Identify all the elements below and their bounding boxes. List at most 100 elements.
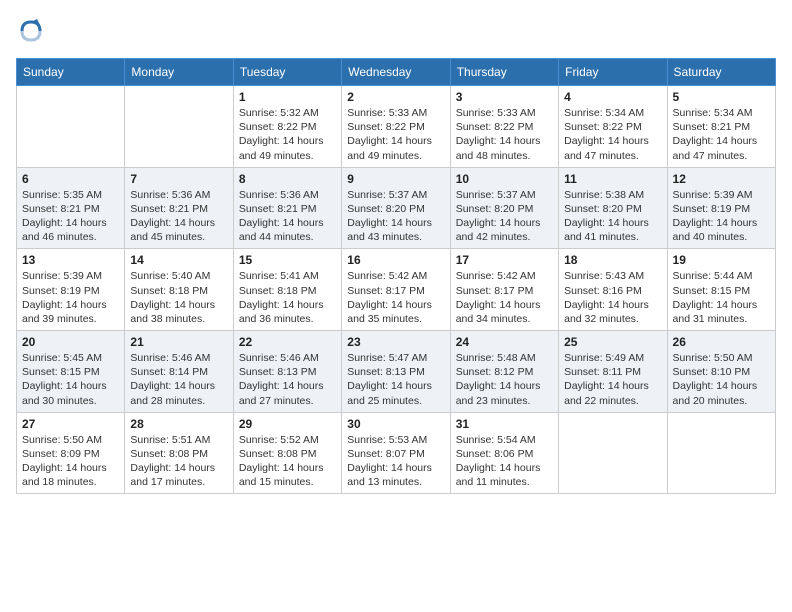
day-number: 18 (564, 253, 661, 267)
daylight-text: Daylight: 14 hours and 38 minutes. (130, 299, 215, 325)
day-info: Sunrise: 5:44 AM Sunset: 8:15 PM Dayligh… (673, 269, 770, 326)
day-info: Sunrise: 5:41 AM Sunset: 8:18 PM Dayligh… (239, 269, 336, 326)
weekday-header-wednesday: Wednesday (342, 59, 450, 86)
daylight-text: Daylight: 14 hours and 47 minutes. (673, 135, 758, 161)
calendar-cell: 1 Sunrise: 5:32 AM Sunset: 8:22 PM Dayli… (233, 86, 341, 168)
sunset-text: Sunset: 8:08 PM (239, 448, 317, 460)
day-number: 20 (22, 335, 119, 349)
sunrise-text: Sunrise: 5:39 AM (673, 189, 753, 201)
daylight-text: Daylight: 14 hours and 48 minutes. (456, 135, 541, 161)
sunset-text: Sunset: 8:21 PM (673, 121, 751, 133)
sunrise-text: Sunrise: 5:48 AM (456, 352, 536, 364)
sunset-text: Sunset: 8:18 PM (130, 285, 208, 297)
day-info: Sunrise: 5:43 AM Sunset: 8:16 PM Dayligh… (564, 269, 661, 326)
calendar-cell: 7 Sunrise: 5:36 AM Sunset: 8:21 PM Dayli… (125, 167, 233, 249)
sunrise-text: Sunrise: 5:34 AM (673, 107, 753, 119)
sunrise-text: Sunrise: 5:36 AM (130, 189, 210, 201)
day-number: 21 (130, 335, 227, 349)
calendar-cell: 25 Sunrise: 5:49 AM Sunset: 8:11 PM Dayl… (559, 331, 667, 413)
sunset-text: Sunset: 8:12 PM (456, 366, 534, 378)
sunrise-text: Sunrise: 5:32 AM (239, 107, 319, 119)
day-info: Sunrise: 5:54 AM Sunset: 8:06 PM Dayligh… (456, 433, 553, 490)
sunset-text: Sunset: 8:20 PM (347, 203, 425, 215)
day-info: Sunrise: 5:37 AM Sunset: 8:20 PM Dayligh… (347, 188, 444, 245)
calendar-cell: 12 Sunrise: 5:39 AM Sunset: 8:19 PM Dayl… (667, 167, 775, 249)
day-number: 31 (456, 417, 553, 431)
day-number: 23 (347, 335, 444, 349)
day-info: Sunrise: 5:36 AM Sunset: 8:21 PM Dayligh… (239, 188, 336, 245)
sunset-text: Sunset: 8:22 PM (564, 121, 642, 133)
day-info: Sunrise: 5:33 AM Sunset: 8:22 PM Dayligh… (456, 106, 553, 163)
day-info: Sunrise: 5:32 AM Sunset: 8:22 PM Dayligh… (239, 106, 336, 163)
sunset-text: Sunset: 8:15 PM (22, 366, 100, 378)
daylight-text: Daylight: 14 hours and 34 minutes. (456, 299, 541, 325)
sunrise-text: Sunrise: 5:45 AM (22, 352, 102, 364)
calendar-cell: 10 Sunrise: 5:37 AM Sunset: 8:20 PM Dayl… (450, 167, 558, 249)
weekday-header-thursday: Thursday (450, 59, 558, 86)
day-info: Sunrise: 5:34 AM Sunset: 8:21 PM Dayligh… (673, 106, 770, 163)
calendar-cell: 26 Sunrise: 5:50 AM Sunset: 8:10 PM Dayl… (667, 331, 775, 413)
day-info: Sunrise: 5:46 AM Sunset: 8:13 PM Dayligh… (239, 351, 336, 408)
daylight-text: Daylight: 14 hours and 17 minutes. (130, 462, 215, 488)
daylight-text: Daylight: 14 hours and 25 minutes. (347, 380, 432, 406)
calendar-week-row: 13 Sunrise: 5:39 AM Sunset: 8:19 PM Dayl… (17, 249, 776, 331)
daylight-text: Daylight: 14 hours and 11 minutes. (456, 462, 541, 488)
day-number: 30 (347, 417, 444, 431)
weekday-header-monday: Monday (125, 59, 233, 86)
sunrise-text: Sunrise: 5:36 AM (239, 189, 319, 201)
calendar-cell: 19 Sunrise: 5:44 AM Sunset: 8:15 PM Dayl… (667, 249, 775, 331)
day-number: 15 (239, 253, 336, 267)
day-info: Sunrise: 5:36 AM Sunset: 8:21 PM Dayligh… (130, 188, 227, 245)
day-number: 29 (239, 417, 336, 431)
day-number: 27 (22, 417, 119, 431)
calendar-cell: 28 Sunrise: 5:51 AM Sunset: 8:08 PM Dayl… (125, 412, 233, 494)
daylight-text: Daylight: 14 hours and 18 minutes. (22, 462, 107, 488)
sunrise-text: Sunrise: 5:53 AM (347, 434, 427, 446)
calendar-cell: 3 Sunrise: 5:33 AM Sunset: 8:22 PM Dayli… (450, 86, 558, 168)
day-info: Sunrise: 5:50 AM Sunset: 8:09 PM Dayligh… (22, 433, 119, 490)
sunrise-text: Sunrise: 5:41 AM (239, 270, 319, 282)
daylight-text: Daylight: 14 hours and 22 minutes. (564, 380, 649, 406)
day-number: 5 (673, 90, 770, 104)
sunset-text: Sunset: 8:17 PM (456, 285, 534, 297)
sunrise-text: Sunrise: 5:33 AM (456, 107, 536, 119)
calendar-cell: 20 Sunrise: 5:45 AM Sunset: 8:15 PM Dayl… (17, 331, 125, 413)
calendar-cell: 14 Sunrise: 5:40 AM Sunset: 8:18 PM Dayl… (125, 249, 233, 331)
day-number: 6 (22, 172, 119, 186)
calendar-cell: 31 Sunrise: 5:54 AM Sunset: 8:06 PM Dayl… (450, 412, 558, 494)
daylight-text: Daylight: 14 hours and 15 minutes. (239, 462, 324, 488)
sunset-text: Sunset: 8:20 PM (456, 203, 534, 215)
weekday-header-saturday: Saturday (667, 59, 775, 86)
day-info: Sunrise: 5:53 AM Sunset: 8:07 PM Dayligh… (347, 433, 444, 490)
daylight-text: Daylight: 14 hours and 49 minutes. (347, 135, 432, 161)
calendar-cell (667, 412, 775, 494)
calendar-table: SundayMondayTuesdayWednesdayThursdayFrid… (16, 58, 776, 494)
sunset-text: Sunset: 8:18 PM (239, 285, 317, 297)
daylight-text: Daylight: 14 hours and 23 minutes. (456, 380, 541, 406)
day-info: Sunrise: 5:35 AM Sunset: 8:21 PM Dayligh… (22, 188, 119, 245)
calendar-cell: 2 Sunrise: 5:33 AM Sunset: 8:22 PM Dayli… (342, 86, 450, 168)
sunset-text: Sunset: 8:10 PM (673, 366, 751, 378)
day-number: 14 (130, 253, 227, 267)
weekday-header-sunday: Sunday (17, 59, 125, 86)
day-number: 19 (673, 253, 770, 267)
sunrise-text: Sunrise: 5:37 AM (456, 189, 536, 201)
sunset-text: Sunset: 8:22 PM (456, 121, 534, 133)
calendar-cell (559, 412, 667, 494)
day-number: 16 (347, 253, 444, 267)
sunset-text: Sunset: 8:17 PM (347, 285, 425, 297)
day-number: 4 (564, 90, 661, 104)
calendar-cell: 6 Sunrise: 5:35 AM Sunset: 8:21 PM Dayli… (17, 167, 125, 249)
sunset-text: Sunset: 8:21 PM (130, 203, 208, 215)
weekday-header-row: SundayMondayTuesdayWednesdayThursdayFrid… (17, 59, 776, 86)
weekday-header-friday: Friday (559, 59, 667, 86)
daylight-text: Daylight: 14 hours and 49 minutes. (239, 135, 324, 161)
sunrise-text: Sunrise: 5:54 AM (456, 434, 536, 446)
sunset-text: Sunset: 8:08 PM (130, 448, 208, 460)
day-info: Sunrise: 5:46 AM Sunset: 8:14 PM Dayligh… (130, 351, 227, 408)
day-number: 7 (130, 172, 227, 186)
daylight-text: Daylight: 14 hours and 13 minutes. (347, 462, 432, 488)
sunset-text: Sunset: 8:19 PM (22, 285, 100, 297)
calendar-cell (125, 86, 233, 168)
calendar-week-row: 6 Sunrise: 5:35 AM Sunset: 8:21 PM Dayli… (17, 167, 776, 249)
